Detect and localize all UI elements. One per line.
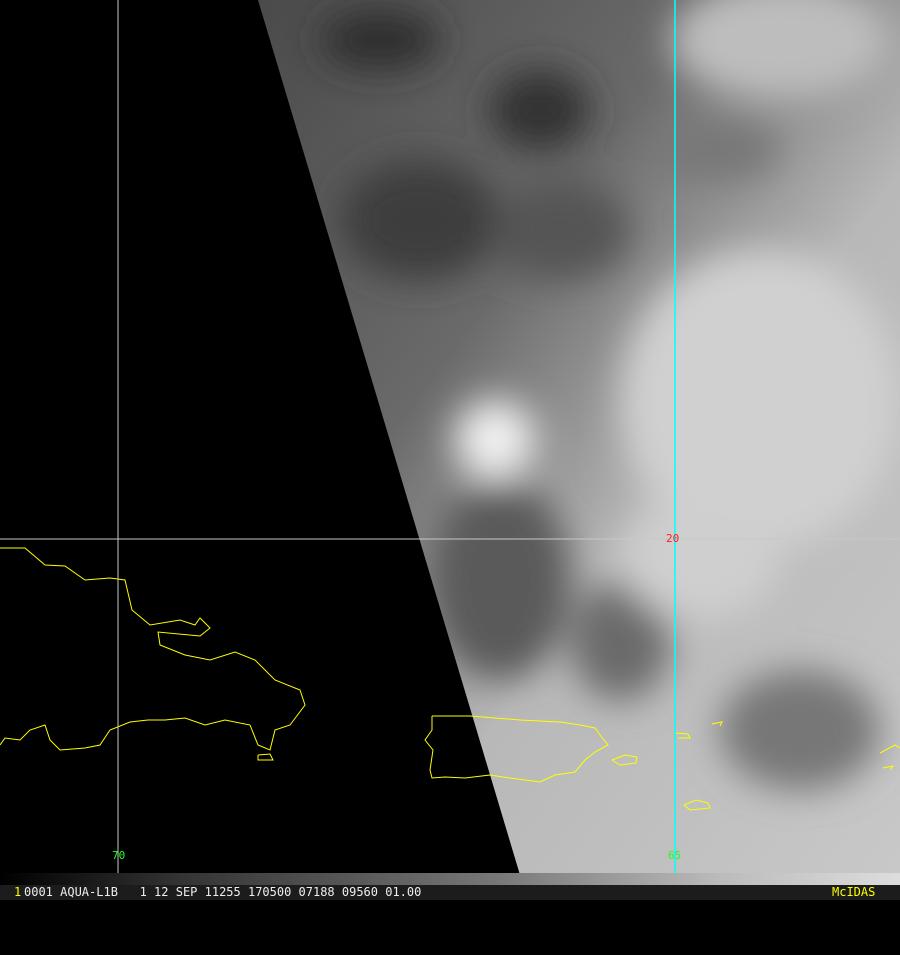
- longitude-label-65: 65: [668, 849, 682, 862]
- mcidas-logo: McIDAS: [832, 885, 876, 899]
- latitude-label-20: 20: [666, 532, 680, 545]
- satellite-image-frame: 20 70 65 1 0001 AQUA-L1B 1 12 SEP 11255 …: [0, 0, 900, 900]
- image-info: 0001 AQUA-L1B 1 12 SEP 11255 170500 0718…: [24, 885, 422, 899]
- grayscale-strip: [0, 873, 900, 885]
- satellite-imagery: [0, 0, 900, 873]
- longitude-label-70: 70: [112, 849, 126, 862]
- status-bar: 1 0001 AQUA-L1B 1 12 SEP 11255 170500 07…: [0, 885, 900, 900]
- frame-number: 1: [14, 885, 22, 899]
